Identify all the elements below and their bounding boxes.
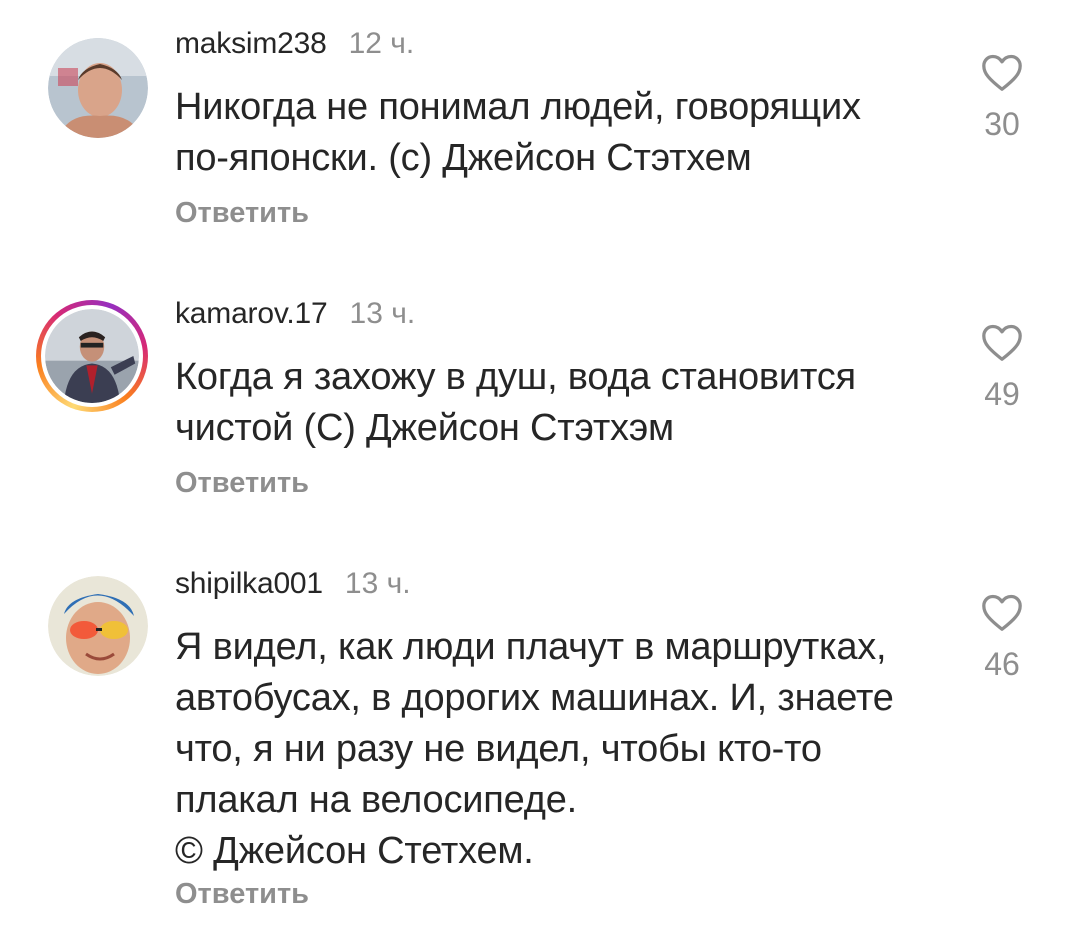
username-link[interactable]: kamarov.17 — [175, 297, 328, 330]
comment-time: 13 ч. — [344, 567, 411, 600]
like-count: 30 — [984, 106, 1020, 142]
avatar[interactable] — [48, 576, 148, 676]
comment-text-line: что, я ни разу не видел, чтобы кто-то — [175, 728, 822, 770]
comment-header: kamarov.17 13 ч. — [175, 296, 415, 332]
comment-item: kamarov.17 13 ч. Когда я захожу в душ, во… — [0, 270, 1080, 540]
heart-outline-icon[interactable] — [980, 592, 1024, 632]
reply-button[interactable]: Ответить — [175, 876, 309, 912]
comment-text-line: © Джейсон Стетхем. — [175, 830, 534, 872]
comment-text-line: плакал на велосипеде. — [175, 779, 578, 821]
like-button[interactable]: 46 — [972, 592, 1032, 682]
comment-header: maksim238 12 ч. — [175, 26, 414, 62]
comment-text-line: по-японски. (с) Джейсон Стэтхем — [175, 137, 752, 179]
comment-text-line: Я видел, как люди плачут в маршрутках, — [175, 626, 887, 668]
comment-header: shipilka001 13 ч. — [175, 566, 411, 602]
comment-time: 13 ч. — [349, 297, 416, 330]
like-count: 46 — [984, 646, 1020, 682]
comment-item: maksim238 12 ч. Никогда не понимал людей,… — [0, 0, 1080, 270]
avatar-photo — [48, 38, 148, 138]
avatar[interactable] — [48, 38, 148, 138]
like-button[interactable]: 49 — [972, 322, 1032, 412]
username-link[interactable]: maksim238 — [175, 27, 327, 60]
like-button[interactable]: 30 — [972, 52, 1032, 142]
avatar-photo — [45, 309, 139, 403]
heart-outline-icon[interactable] — [980, 52, 1024, 92]
comment-text: Я видел, как люди плачут в маршрутках, а… — [175, 622, 955, 877]
comment-text-line: Никогда не понимал людей, говорящих — [175, 86, 861, 128]
avatar-story-ring[interactable] — [36, 300, 148, 412]
like-count: 49 — [984, 376, 1020, 412]
comment-text-line: Когда я захожу в душ, вода становится — [175, 356, 856, 398]
heart-outline-icon[interactable] — [980, 322, 1024, 362]
comment-item: shipilka001 13 ч. Я видел, как люди плачу… — [0, 540, 1080, 939]
reply-button[interactable]: Ответить — [175, 195, 309, 231]
comment-text: Когда я захожу в душ, вода становится чи… — [175, 352, 955, 454]
comment-text-line: автобусах, в дорогих машинах. И, знаете — [175, 677, 894, 719]
username-link[interactable]: shipilka001 — [175, 567, 323, 600]
comment-time: 12 ч. — [348, 27, 415, 60]
reply-button[interactable]: Ответить — [175, 465, 309, 501]
comment-text-line: чистой (С) Джейсон Стэтхэм — [175, 407, 674, 449]
avatar-photo — [48, 576, 148, 676]
comment-text: Никогда не понимал людей, говорящих по-я… — [175, 82, 955, 184]
